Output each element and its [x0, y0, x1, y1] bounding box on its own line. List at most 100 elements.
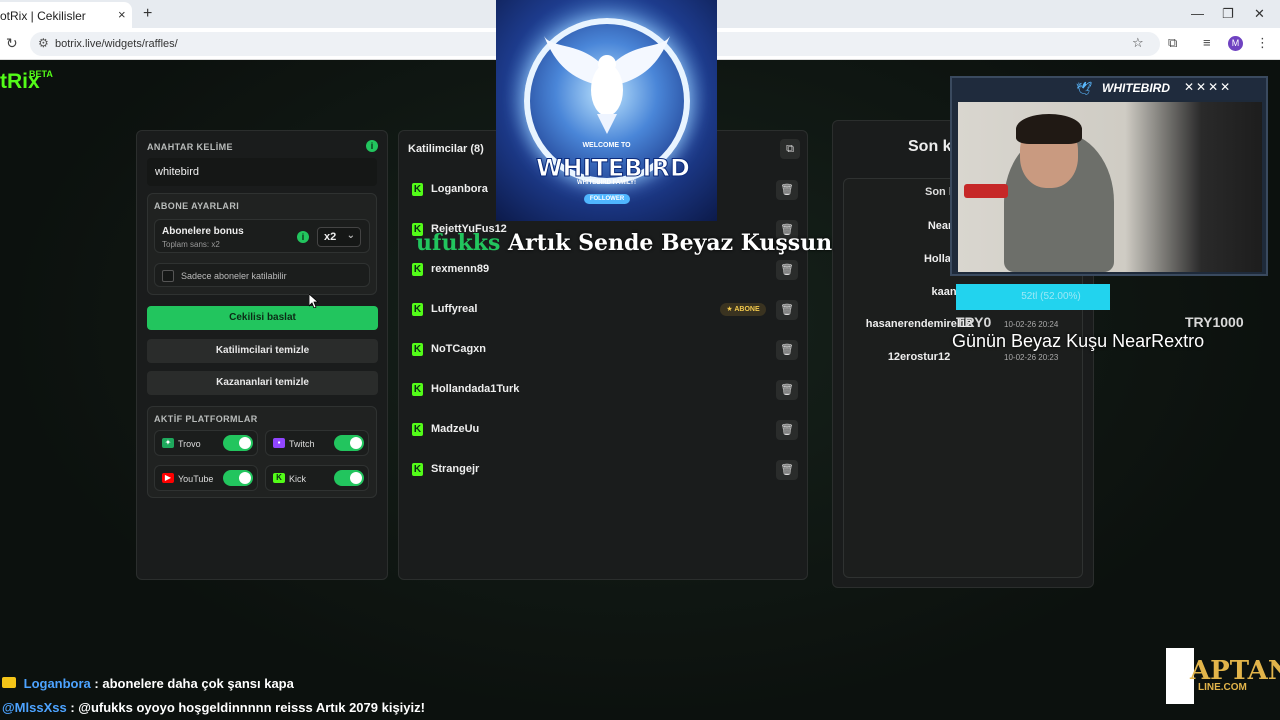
chat-user: @MlssXss: [2, 700, 67, 715]
trash-icon[interactable]: 🗑: [776, 260, 798, 280]
minimize-icon[interactable]: —: [1191, 6, 1204, 21]
platform-label-kick: Kick: [289, 474, 307, 484]
participant-name: Loganbora: [431, 183, 488, 195]
kick-toggle[interactable]: [334, 470, 364, 486]
twitch-toggle[interactable]: [334, 435, 364, 451]
trash-icon[interactable]: 🗑: [776, 420, 798, 440]
whitebird-promo-overlay: WELCOME TO WHITEBIRD WHITEBIRD FAMILY! F…: [496, 0, 717, 221]
bird-icon: 🕊: [1076, 81, 1093, 96]
window-close-icon[interactable]: ✕: [1254, 6, 1265, 22]
winner-date: 10-02-26 20:24: [1004, 320, 1059, 329]
kick-icon: K: [412, 423, 423, 436]
streamer-hair: [1016, 114, 1082, 144]
webcam-overlay: 🕊 WHITEBIRD ✕✕✕✕: [950, 76, 1268, 276]
sub-bonus-title: Abonelere bonus: [162, 226, 244, 237]
alert-message: Artık Sende Beyaz Kuşsun: [508, 230, 833, 256]
chat-text: : @ufukks oyoyo hoşgeldinnnnn reisss Art…: [70, 700, 425, 715]
winner-name: hasanerendemirel12: [865, 318, 973, 330]
tab-title: otRix | Cekilisler: [0, 9, 86, 23]
kick-icon: K: [412, 263, 423, 276]
donation-caption: Günün Beyaz Kuşu NearRextro: [952, 331, 1205, 351]
bookmark-star-icon[interactable]: ☆: [1132, 35, 1144, 51]
site-info-icon[interactable]: ⚙: [38, 36, 49, 50]
promo-family: WHITEBIRD FAMILY!: [576, 180, 637, 186]
trovo-toggle[interactable]: [223, 435, 253, 451]
participant-row: K Strangejr 🗑: [406, 454, 802, 486]
participant-name: NoTCagxn: [431, 343, 486, 355]
url-text: botrix.live/widgets/raffles/: [55, 38, 178, 50]
chat-message: Loganbora : abonelere daha çok şansı kap…: [2, 676, 294, 691]
participant-name: rexmenn89: [431, 263, 490, 275]
webcam-header: 🕊 WHITEBIRD ✕✕✕✕: [952, 78, 1266, 100]
dove-icon: [544, 36, 670, 134]
chat-message: @MlssXss : @ufukks oyoyo hoşgeldinnnnn r…: [2, 700, 425, 715]
sponsor-logo: APTAN LINE.COM: [1166, 648, 1280, 704]
bonus-info-icon[interactable]: i: [297, 231, 309, 243]
participant-row: K NoTCagxn 🗑: [406, 334, 802, 366]
profile-avatar[interactable]: M: [1228, 36, 1243, 51]
promo-welcome: WELCOME TO: [582, 142, 631, 149]
promo-title: WHITEBIRD: [536, 154, 691, 183]
promo-follower: FOLLOWER: [584, 194, 630, 204]
subscriber-badge: ★ ABONE: [720, 303, 766, 316]
start-raffle-button[interactable]: Cekilisi baslat: [147, 306, 378, 330]
mouse-cursor-icon: [309, 294, 319, 308]
multiplier-value: x2: [324, 231, 337, 243]
only-subs-label: Sadece aboneler katilabilir: [181, 271, 287, 281]
platform-label-twitch: Twitch: [289, 439, 315, 449]
participant-name: MadzeUu: [431, 423, 480, 435]
participant-name: Hollandada1Turk: [431, 383, 520, 395]
chat-user: Loganbora: [23, 676, 91, 691]
copy-icon[interactable]: ⧉: [780, 139, 800, 159]
extensions-icon[interactable]: ⧉: [1168, 35, 1177, 51]
menu-kebab-icon[interactable]: ⋮: [1256, 35, 1269, 51]
participants-header: Katilimcilar (8): [408, 143, 484, 155]
youtube-icon: ▶: [162, 473, 174, 483]
kick-icon: K: [412, 343, 423, 356]
keyword-input[interactable]: whitebird: [147, 158, 377, 186]
trovo-icon: ✦: [162, 438, 174, 448]
new-tab-icon[interactable]: +: [143, 5, 152, 23]
maximize-icon[interactable]: ❐: [1222, 6, 1234, 22]
platforms-label: AKTİF PLATFORMLAR: [154, 414, 258, 424]
platform-label-trovo: Trovo: [178, 439, 201, 449]
twitch-icon: ▪: [273, 438, 285, 448]
browser-tab[interactable]: otRix | Cekilisler ×: [0, 2, 132, 28]
only-subs-checkbox[interactable]: [162, 270, 174, 282]
webcam-feed: [958, 102, 1262, 272]
sub-settings-label: ABONE AYARLARI: [154, 201, 240, 211]
trash-icon[interactable]: 🗑: [776, 380, 798, 400]
participant-row: K Luffyreal ★ ABONE 🗑: [406, 294, 802, 326]
beta-badge: BETA: [29, 69, 53, 79]
participant-row: Krexmenn89 🗑: [406, 254, 802, 286]
media-icon[interactable]: ≡: [1203, 35, 1211, 50]
participant-name: Strangejr: [431, 463, 480, 475]
tab-close-icon[interactable]: ×: [118, 7, 126, 22]
clear-winners-button[interactable]: Kazananlari temizle: [147, 371, 378, 395]
follower-alert: ufukks Artık Sende Beyaz Kuşsun: [416, 230, 832, 256]
donation-progress-bar: 52tl (52.00%): [956, 284, 1110, 310]
multiplier-select[interactable]: x2 ⌄: [317, 227, 361, 247]
participant-row: K MadzeUu 🗑: [406, 414, 802, 446]
donation-max: TRY1000: [1185, 314, 1244, 330]
crown-icon: [2, 677, 16, 688]
kick-icon: K: [412, 183, 423, 196]
winners-header: Son k: [908, 138, 952, 155]
donation-min: TRY0: [956, 314, 992, 330]
winner-date: 10-02-26 20:23: [1004, 353, 1059, 362]
webcam-channel-name: WHITEBIRD: [1102, 81, 1170, 95]
kick-icon: K: [412, 303, 423, 316]
participant-row: K Hollandada1Turk 🗑: [406, 374, 802, 406]
chevron-down-icon: ⌄: [346, 230, 355, 241]
keyword-info-icon[interactable]: i: [366, 140, 378, 152]
trash-icon[interactable]: 🗑: [776, 340, 798, 360]
kick-icon: K: [412, 463, 423, 476]
trash-icon[interactable]: 🗑: [776, 460, 798, 480]
kick-icon: K: [412, 383, 423, 396]
trash-icon[interactable]: 🗑: [776, 180, 798, 200]
youtube-toggle[interactable]: [223, 470, 253, 486]
reload-icon[interactable]: ↻: [6, 35, 18, 52]
trash-icon[interactable]: 🗑: [776, 300, 798, 320]
clear-participants-button[interactable]: Katilimcilari temizle: [147, 339, 378, 363]
webcam-decor: ✕✕✕✕: [1184, 80, 1233, 94]
